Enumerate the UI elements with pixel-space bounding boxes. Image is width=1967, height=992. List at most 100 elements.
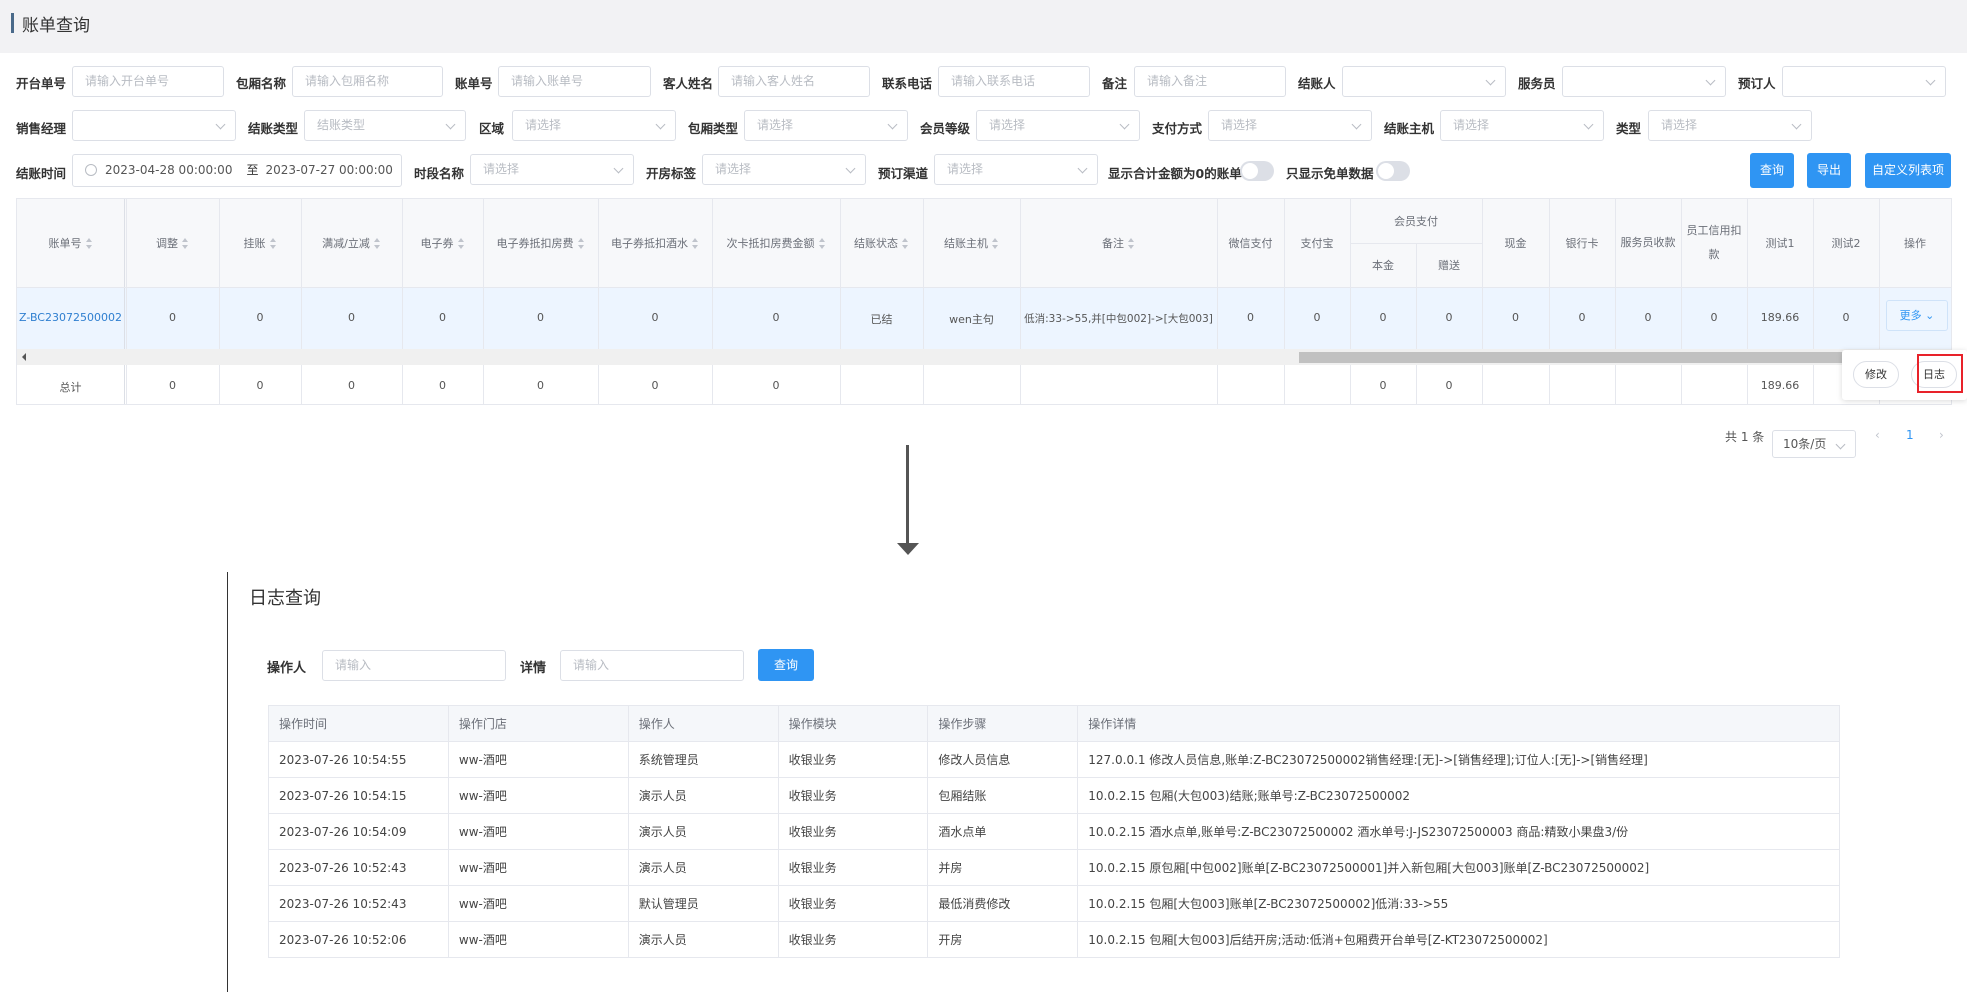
col-header[interactable]: 结账主机 — [923, 199, 1020, 287]
sort-icon[interactable] — [992, 237, 999, 249]
table-cell: 0 — [169, 311, 176, 324]
member-level-select[interactable]: 请选择 — [976, 110, 1140, 141]
col-header[interactable]: 结账状态 — [840, 199, 923, 287]
page-size-select[interactable]: 10条/页 — [1772, 430, 1856, 458]
col-header[interactable]: 挂账 — [219, 199, 301, 287]
checkout-host-select[interactable]: 请选择 — [1440, 110, 1604, 141]
remark-input[interactable]: 请输入备注 — [1134, 66, 1286, 97]
custom-columns-button[interactable]: 自定义列表项 — [1865, 153, 1951, 188]
arrow-head — [897, 543, 919, 555]
query-button[interactable]: 查询 — [1750, 153, 1794, 188]
horizontal-scrollbar[interactable] — [17, 349, 1951, 365]
table-cell: 0 — [651, 311, 659, 324]
pagination-total: 共 1 条 — [1725, 430, 1765, 444]
chevron-left-icon[interactable]: ‹ — [1875, 428, 1880, 442]
room-name-input[interactable]: 请输入包厢名称 — [292, 66, 443, 97]
log-store: ww-酒吧 — [447, 813, 629, 850]
guest-name-input[interactable]: 请输入客人姓名 — [718, 66, 870, 97]
col-header[interactable]: 备注 — [1020, 199, 1217, 287]
edit-button[interactable]: 修改 — [1853, 361, 1899, 388]
log-detail: 127.0.0.1 修改人员信息,账单:Z-BC23072500002销售经理:… — [1077, 741, 1840, 778]
log-module: 收银业务 — [777, 777, 929, 814]
log-detail: 10.0.2.15 包厢[大包003]后结开房;活动:低消+包厢费开台单号[Z-… — [1077, 921, 1840, 958]
bill-no-input[interactable]: 请输入账单号 — [498, 66, 651, 97]
date-range-picker[interactable]: 2023-04-28 00:00:00 至 2023-07-27 00:00:00 — [72, 154, 402, 187]
payment-method-select[interactable]: 请选择 — [1208, 110, 1372, 141]
more-button[interactable]: 更多 ⌄ — [1886, 300, 1948, 331]
sort-icon[interactable] — [577, 237, 585, 249]
log-step: 酒水点单 — [927, 813, 1079, 850]
chevron-right-icon[interactable]: › — [1939, 428, 1944, 442]
col-header[interactable]: 次卡抵扣房费金额 — [712, 199, 840, 287]
log-table: 操作时间 操作门店 操作人 操作模块 操作步骤 操作详情 2023-07-26 … — [268, 705, 1840, 958]
col-header[interactable]: 调整 — [126, 199, 219, 287]
booker-select[interactable] — [1782, 66, 1946, 97]
show-zero-total-switch[interactable] — [1240, 161, 1274, 181]
log-time: 2023-07-26 10:52:43 — [268, 849, 449, 886]
sort-icon[interactable] — [902, 237, 909, 249]
sort-icon[interactable] — [373, 237, 381, 249]
col-header: 银行卡 — [1565, 237, 1599, 250]
table-cell: 0 — [1512, 311, 1519, 324]
sort-icon[interactable] — [1128, 237, 1135, 249]
filter-label: 结账人 — [1298, 76, 1336, 91]
period-select[interactable]: 请选择 — [470, 154, 634, 185]
table-cell: 0 — [1578, 311, 1586, 324]
table-cell: wen主句 — [949, 313, 994, 326]
date-start: 2023-04-28 00:00:00 — [105, 163, 233, 177]
switch-label: 显示合计金额为0的账单 — [1108, 166, 1242, 181]
export-button[interactable]: 导出 — [1807, 153, 1851, 188]
operator-input[interactable]: 请输入 — [322, 650, 506, 681]
sort-icon[interactable] — [269, 237, 277, 249]
log-step: 开房 — [927, 921, 1079, 958]
sort-icon[interactable] — [692, 237, 699, 249]
page-number[interactable]: 1 — [1906, 428, 1914, 442]
sort-icon[interactable] — [182, 237, 189, 249]
filter-label: 会员等级 — [920, 121, 971, 136]
bill-no-link[interactable]: Z-BC23072500002 — [17, 311, 124, 324]
table-row: 2023-07-26 10:52:06 ww-酒吧 演示人员 收银业务 开房 10.0.2… — [268, 921, 1840, 958]
chevron-left-icon[interactable] — [22, 353, 26, 361]
filter-label: 结账类型 — [248, 121, 299, 136]
room-tag-select[interactable]: 请选择 — [702, 154, 866, 185]
type-select[interactable]: 请选择 — [1648, 110, 1812, 141]
log-time: 2023-07-26 10:54:09 — [268, 813, 449, 850]
checkout-type-select[interactable]: 结账类型 — [304, 110, 466, 141]
table-cell: 0 — [256, 311, 264, 324]
waiter-select[interactable] — [1562, 66, 1726, 97]
table-row: 2023-07-26 10:54:15 ww-酒吧 演示人员 收银业务 包厢结账 10.0… — [268, 777, 1840, 814]
cashier-select[interactable] — [1342, 66, 1506, 97]
table-cell: 0 — [772, 311, 780, 324]
filter-label: 时段名称 — [414, 166, 465, 181]
log-step: 包厢结账 — [927, 777, 1079, 814]
col-header[interactable]: 电子券抵扣酒水 — [598, 199, 712, 287]
log-store: ww-酒吧 — [447, 741, 629, 778]
col-header[interactable]: 电子券 — [402, 199, 483, 287]
date-end: 2023-07-27 00:00:00 — [265, 163, 393, 177]
filter-label: 联系电话 — [882, 76, 933, 91]
col-header[interactable]: 账单号 — [17, 199, 124, 287]
table-cell: 0 — [1379, 379, 1387, 392]
col-header[interactable]: 满减/立减 — [301, 199, 402, 287]
log-panel-border — [227, 572, 228, 992]
table-cell: 0 — [1644, 311, 1652, 324]
sort-icon[interactable] — [457, 237, 465, 249]
open-order-input[interactable]: 请输入开台单号 — [72, 66, 224, 97]
log-time: 2023-07-26 10:52:43 — [268, 885, 449, 922]
log-query-button[interactable]: 查询 — [758, 649, 814, 681]
chevron-down-icon: ⌄ — [1925, 309, 1935, 322]
col-header[interactable]: 电子券抵扣房费 — [483, 199, 598, 287]
sort-icon[interactable] — [818, 237, 826, 249]
phone-input[interactable]: 请输入联系电话 — [938, 66, 1090, 97]
room-type-select[interactable]: 请选择 — [744, 110, 908, 141]
sales-manager-select[interactable] — [72, 110, 236, 141]
channel-select[interactable]: 请选择 — [934, 154, 1098, 185]
log-title: 日志查询 — [249, 588, 321, 609]
area-select[interactable]: 请选择 — [512, 110, 676, 141]
detail-input[interactable]: 请输入 — [560, 650, 744, 681]
table-cell: 0 — [1247, 311, 1254, 324]
show-free-only-switch[interactable] — [1376, 161, 1410, 181]
table-cell: 已结 — [870, 313, 893, 326]
log-detail: 10.0.2.15 包厢(大包003)结账;账单号:Z-BC2307250000… — [1077, 777, 1840, 814]
sort-icon[interactable] — [85, 237, 93, 249]
